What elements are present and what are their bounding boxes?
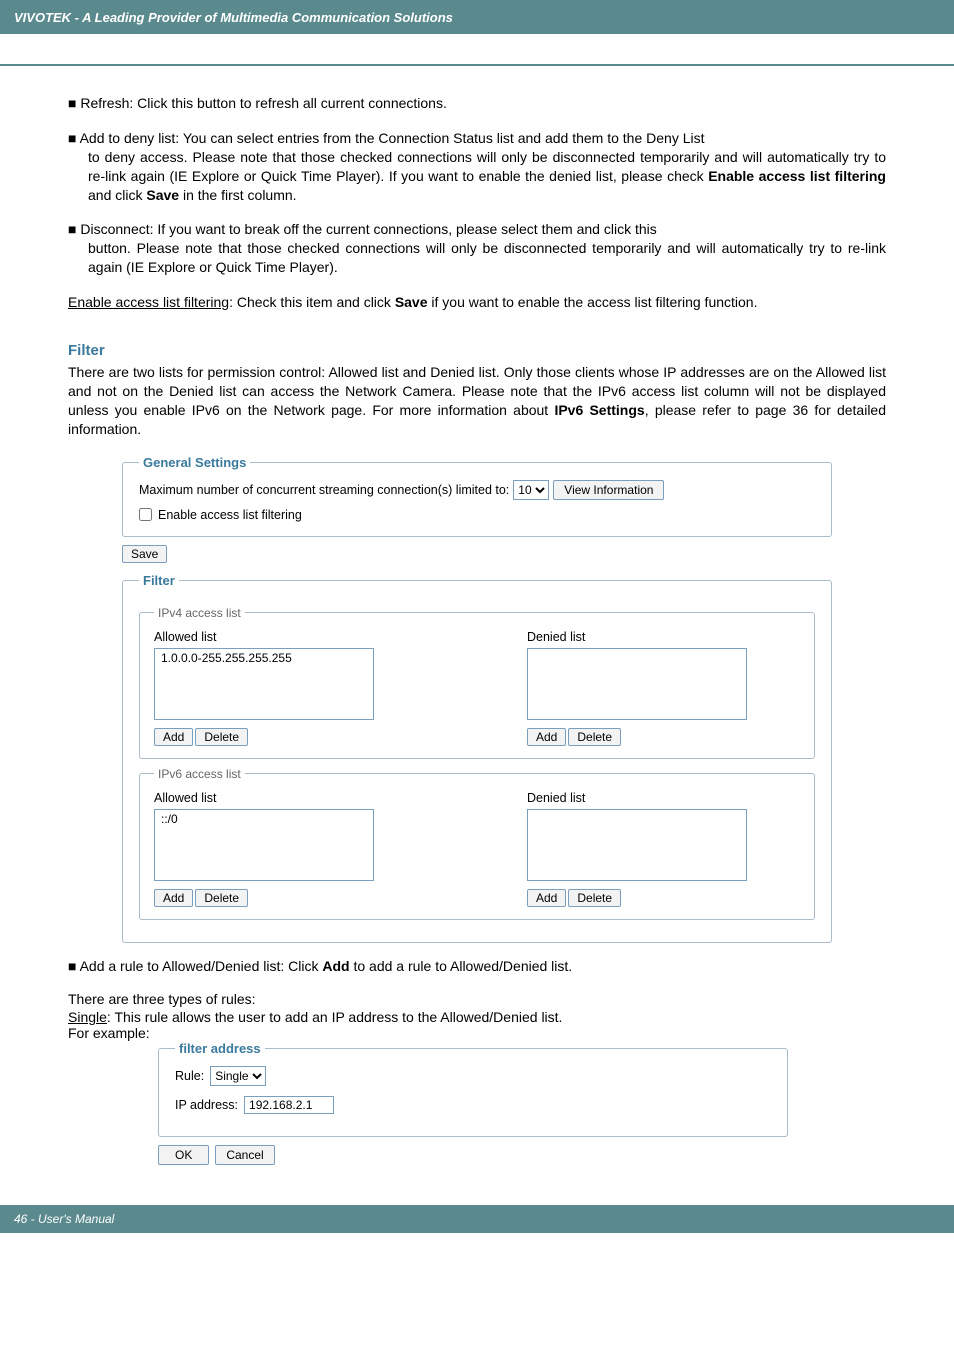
ip-row: IP address: [175,1096,771,1114]
ipv4-allowed-listbox[interactable]: 1.0.0.0-255.255.255.255 [154,648,374,720]
ipv4-allowed-col: Allowed list 1.0.0.0-255.255.255.255 Add… [154,630,427,746]
bullet-marker-icon: ■ [68,130,80,146]
ipv4-denied-col: Denied list Add Delete [527,630,800,746]
for-example-line: For example: [68,1025,886,1041]
ipv6-allowed-add-button[interactable]: Add [154,889,193,907]
ipv4-columns: Allowed list 1.0.0.0-255.255.255.255 Add… [154,630,800,746]
general-settings-fieldset: General Settings Maximum number of concu… [122,455,832,537]
ipv6-columns: Allowed list ::/0 Add Delete Denied list [154,791,800,907]
cancel-button[interactable]: Cancel [215,1145,274,1165]
enable-access-bold: Save [395,294,428,310]
filter-address-fieldset: filter address Rule: Single IP address: [158,1041,788,1137]
rule-label: Rule: [175,1069,204,1083]
ipv4-denied-add-button[interactable]: Add [527,728,566,746]
ipv6-allowed-label: Allowed list [154,791,427,805]
filter-para: There are two lists for permission contr… [68,363,886,439]
header-title: VIVOTEK - A Leading Provider of Multimed… [14,10,453,25]
filter-address-legend: filter address [175,1041,265,1056]
ipv4-denied-listbox[interactable] [527,648,747,720]
bullet-add-deny-tail: in the first column. [179,187,297,203]
add-rule-before: Add a rule to Allowed/Denied list: Click [80,958,323,974]
ipv6-allowed-delete-button[interactable]: Delete [195,889,248,907]
ipv4-denied-label: Denied list [527,630,800,644]
view-information-button[interactable]: View Information [553,480,664,500]
enable-filtering-checkbox[interactable] [139,508,152,521]
ok-button[interactable]: OK [158,1145,209,1165]
single-rest: : This rule allows the user to add an IP… [107,1009,563,1025]
filter-fieldset: Filter IPv4 access list Allowed list 1.0… [122,573,832,943]
ipv6-denied-col: Denied list Add Delete [527,791,800,907]
filter-heading: Filter [68,342,886,359]
enable-access-after: if you want to enable the access list fi… [428,294,758,310]
ipv6-denied-listbox[interactable] [527,809,747,881]
ipv4-allowed-delete-button[interactable]: Delete [195,728,248,746]
ipv6-denied-delete-button[interactable]: Delete [568,889,621,907]
concurrent-select[interactable]: 10 [513,480,549,500]
bullet-add-deny-line1: Add to deny list: You can select entries… [80,130,705,146]
add-rule-after: to add a rule to Allowed/Denied list. [350,958,573,974]
ipv4-allowed-label: Allowed list [154,630,427,644]
ipv6-denied-add-button[interactable]: Add [527,889,566,907]
ipv4-allowed-item: 1.0.0.0-255.255.255.255 [161,651,292,665]
ipv6-denied-buttons: Add Delete [527,889,800,907]
bullet-add-deny: ■ Add to deny list: You can select entri… [68,129,886,205]
bullet-add-deny-bold2: Save [146,187,179,203]
concurrent-label: Maximum number of concurrent streaming c… [139,483,509,497]
ip-input[interactable] [244,1096,334,1114]
bullet-marker-icon: ■ [68,95,80,111]
ipv4-fieldset: IPv4 access list Allowed list 1.0.0.0-25… [139,606,815,759]
filter-address-screenshot: filter address Rule: Single IP address: … [158,1041,788,1165]
ipv6-allowed-listbox[interactable]: ::/0 [154,809,374,881]
ipv4-legend: IPv4 access list [154,606,245,620]
ipv6-denied-label: Denied list [527,791,800,805]
page-footer: 46 - User's Manual [0,1205,954,1233]
bullet-add-rule: ■ Add a rule to Allowed/Denied list: Cli… [68,957,886,976]
bullet-add-deny-cont: to deny access. Please note that those c… [68,148,886,205]
ipv6-allowed-buttons: Add Delete [154,889,427,907]
general-settings-legend: General Settings [139,455,250,470]
rule-row: Rule: Single [175,1066,771,1086]
add-rule-bold: Add [322,958,349,974]
bullet-disconnect-cont: button. Please note that those checked c… [68,239,886,277]
ip-label: IP address: [175,1098,238,1112]
content-area: ■ Refresh: Click this button to refresh … [0,66,954,1165]
bullet-marker-icon: ■ [68,958,80,974]
bullet-disconnect: ■ Disconnect: If you want to break off t… [68,220,886,277]
enable-access-before: : Check this item and click [229,294,395,310]
general-settings-screenshot: General Settings Maximum number of concu… [122,455,832,943]
ipv6-fieldset: IPv6 access list Allowed list ::/0 Add D… [139,767,815,920]
single-underline: Single [68,1009,107,1025]
bullet-marker-icon: ■ [68,221,80,237]
ipv4-allowed-buttons: Add Delete [154,728,427,746]
enable-access-underline: Enable access list filtering [68,294,229,310]
rule-select[interactable]: Single [210,1066,266,1086]
ipv4-denied-buttons: Add Delete [527,728,800,746]
ok-cancel-row: OK Cancel [158,1145,788,1165]
footer-text: 46 - User's Manual [14,1212,114,1226]
bullet-refresh: ■ Refresh: Click this button to refresh … [68,94,886,113]
bullet-disconnect-line1: Disconnect: If you want to break off the… [80,221,656,237]
enable-access-para: Enable access list filtering: Check this… [68,293,886,312]
ipv4-denied-delete-button[interactable]: Delete [568,728,621,746]
single-rule-line: Single: This rule allows the user to add… [68,1009,886,1025]
ipv6-legend: IPv6 access list [154,767,245,781]
bullet-add-deny-bold: Enable access list filtering [708,168,886,184]
save-button[interactable]: Save [122,545,167,563]
concurrent-row: Maximum number of concurrent streaming c… [139,480,815,500]
ipv6-allowed-col: Allowed list ::/0 Add Delete [154,791,427,907]
bullet-refresh-text: Refresh: Click this button to refresh al… [80,95,447,111]
page-header: VIVOTEK - A Leading Provider of Multimed… [0,0,954,34]
enable-filtering-row: Enable access list filtering [139,508,815,522]
ipv4-allowed-add-button[interactable]: Add [154,728,193,746]
enable-filtering-label: Enable access list filtering [158,508,302,522]
filter-para-bold: IPv6 Settings [554,402,644,418]
ipv6-allowed-item: ::/0 [161,812,178,826]
bullet-add-deny-after: and click [88,187,146,203]
three-types-line: There are three types of rules: [68,991,886,1007]
filter-legend: Filter [139,573,179,588]
